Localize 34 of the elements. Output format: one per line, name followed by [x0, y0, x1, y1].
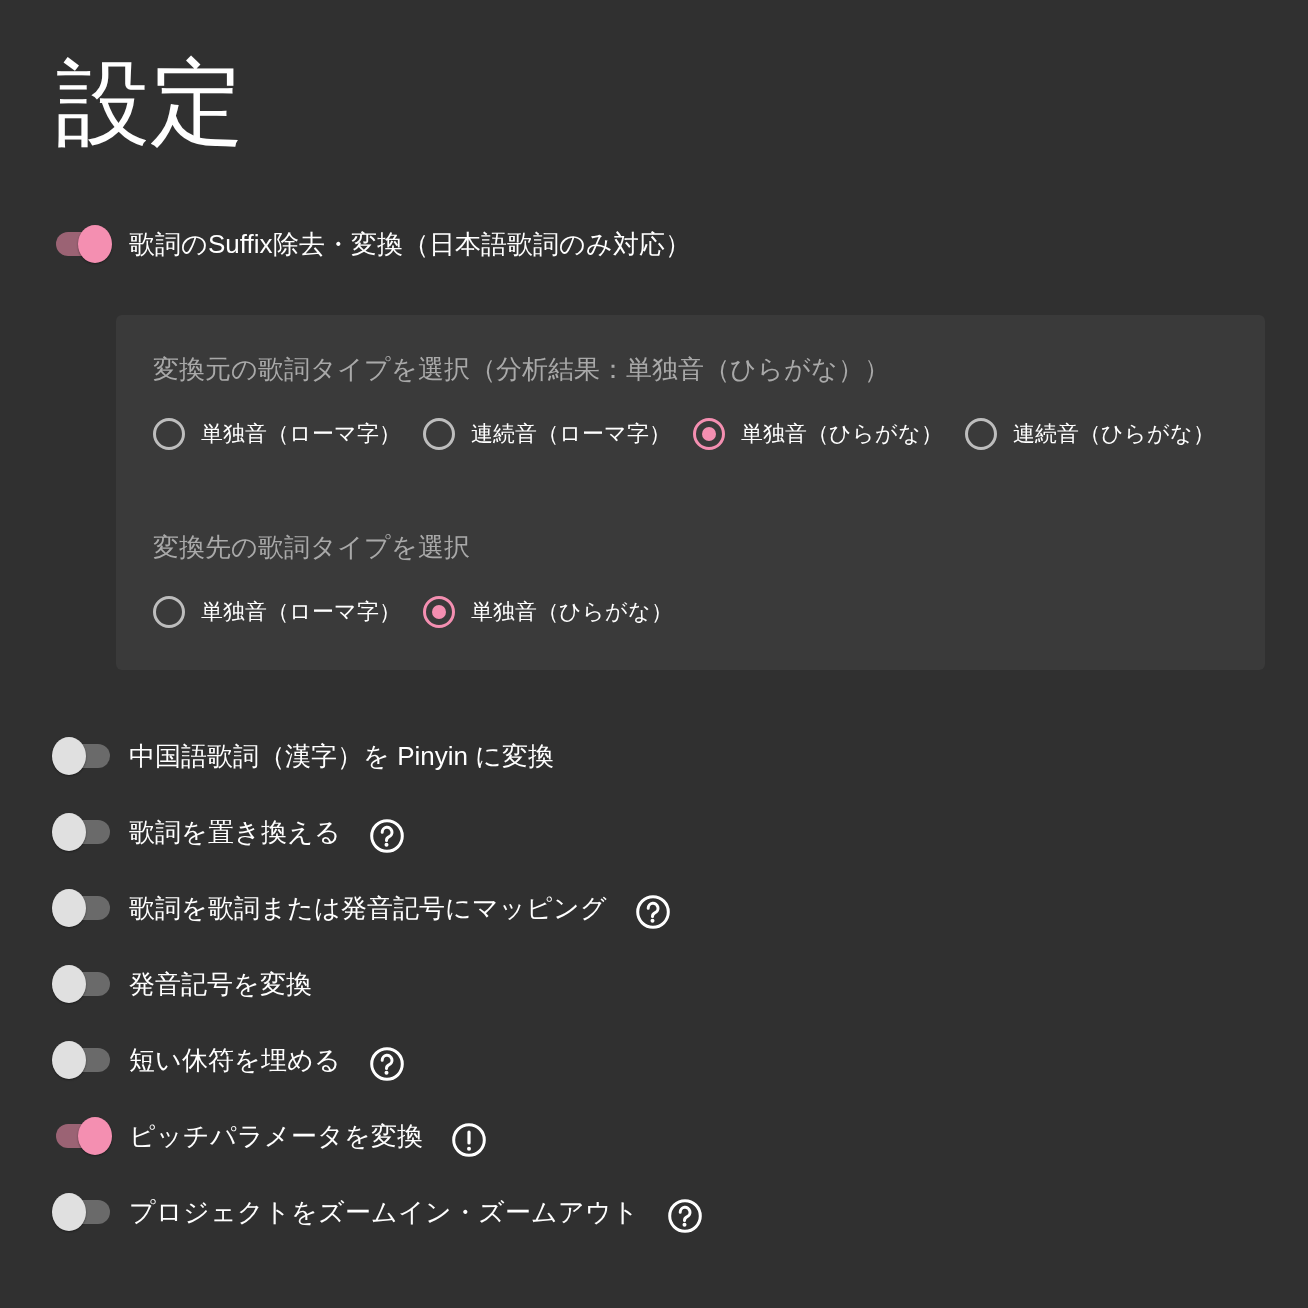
group-label: 変換先の歌詞タイプを選択	[153, 531, 471, 564]
radio-label: 単独音（ひらがな）	[471, 598, 673, 626]
radio-label: 単独音（ローマ字）	[201, 420, 401, 448]
toggle-switch[interactable]	[52, 813, 112, 851]
radio-button[interactable]	[965, 418, 997, 450]
help-icon[interactable]	[636, 895, 670, 929]
group-label: 変換元の歌詞タイプを選択（分析結果：単独音（ひらがな））	[153, 353, 891, 386]
help-icon[interactable]	[370, 819, 404, 853]
page-title: 設定	[56, 49, 244, 157]
setting-label: 歌詞を歌詞または発音記号にマッピング	[129, 892, 607, 925]
toggle-switch[interactable]	[52, 1041, 112, 1079]
radio-button[interactable]	[153, 596, 185, 628]
radio-button[interactable]	[423, 596, 455, 628]
setting-label: ピッチパラメータを変換	[129, 1120, 423, 1153]
radio-button[interactable]	[153, 418, 185, 450]
setting-label: 歌詞のSuffix除去・変換（日本語歌詞のみ対応）	[129, 228, 691, 261]
setting-label: 短い休符を埋める	[129, 1044, 341, 1077]
setting-label: 中国語歌詞（漢字）を Pinyin に変換	[129, 740, 555, 773]
radio-label: 連続音（ローマ字）	[471, 420, 671, 448]
toggle-switch[interactable]	[52, 889, 112, 927]
radio-button[interactable]	[423, 418, 455, 450]
radio-label: 連続音（ひらがな）	[1013, 420, 1215, 448]
toggle-switch[interactable]	[52, 737, 112, 775]
exclamation-icon[interactable]	[452, 1123, 486, 1157]
setting-label: プロジェクトをズームイン・ズームアウト	[129, 1196, 639, 1229]
toggle-switch[interactable]	[52, 965, 112, 1003]
radio-label: 単独音（ローマ字）	[201, 598, 401, 626]
help-icon[interactable]	[668, 1199, 702, 1233]
setting-label: 発音記号を変換	[129, 968, 312, 1001]
radio-label: 単独音（ひらがな）	[741, 420, 943, 448]
radio-button[interactable]	[693, 418, 725, 450]
setting-label: 歌詞を置き換える	[129, 816, 341, 849]
toggle-switch[interactable]	[52, 1193, 112, 1231]
help-icon[interactable]	[370, 1047, 404, 1081]
